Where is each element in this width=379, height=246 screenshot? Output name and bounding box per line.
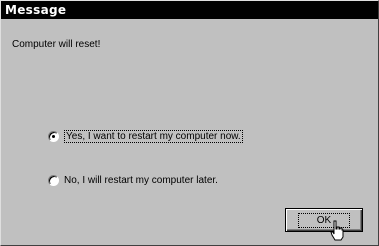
restart-now-radio[interactable] — [48, 130, 59, 142]
dialog-titlebar[interactable]: Message — [1, 1, 378, 19]
radio-selected-dot — [52, 134, 55, 138]
message-dialog: Message Computer will reset! Yes, I want… — [0, 0, 379, 246]
ok-button[interactable]: OK — [285, 208, 363, 232]
restart-now-label[interactable]: Yes, I want to restart my computer now. — [64, 129, 243, 143]
dialog-title: Message — [5, 3, 67, 17]
restart-later-label[interactable]: No, I will restart my computer later. — [64, 175, 218, 186]
restart-now-option[interactable]: Yes, I want to restart my computer now. — [48, 128, 243, 144]
restart-later-option[interactable]: No, I will restart my computer later. — [48, 172, 218, 188]
restart-later-radio[interactable] — [48, 174, 59, 186]
hand-pointer-icon — [330, 220, 344, 241]
message-text: Computer will reset! — [12, 39, 101, 50]
